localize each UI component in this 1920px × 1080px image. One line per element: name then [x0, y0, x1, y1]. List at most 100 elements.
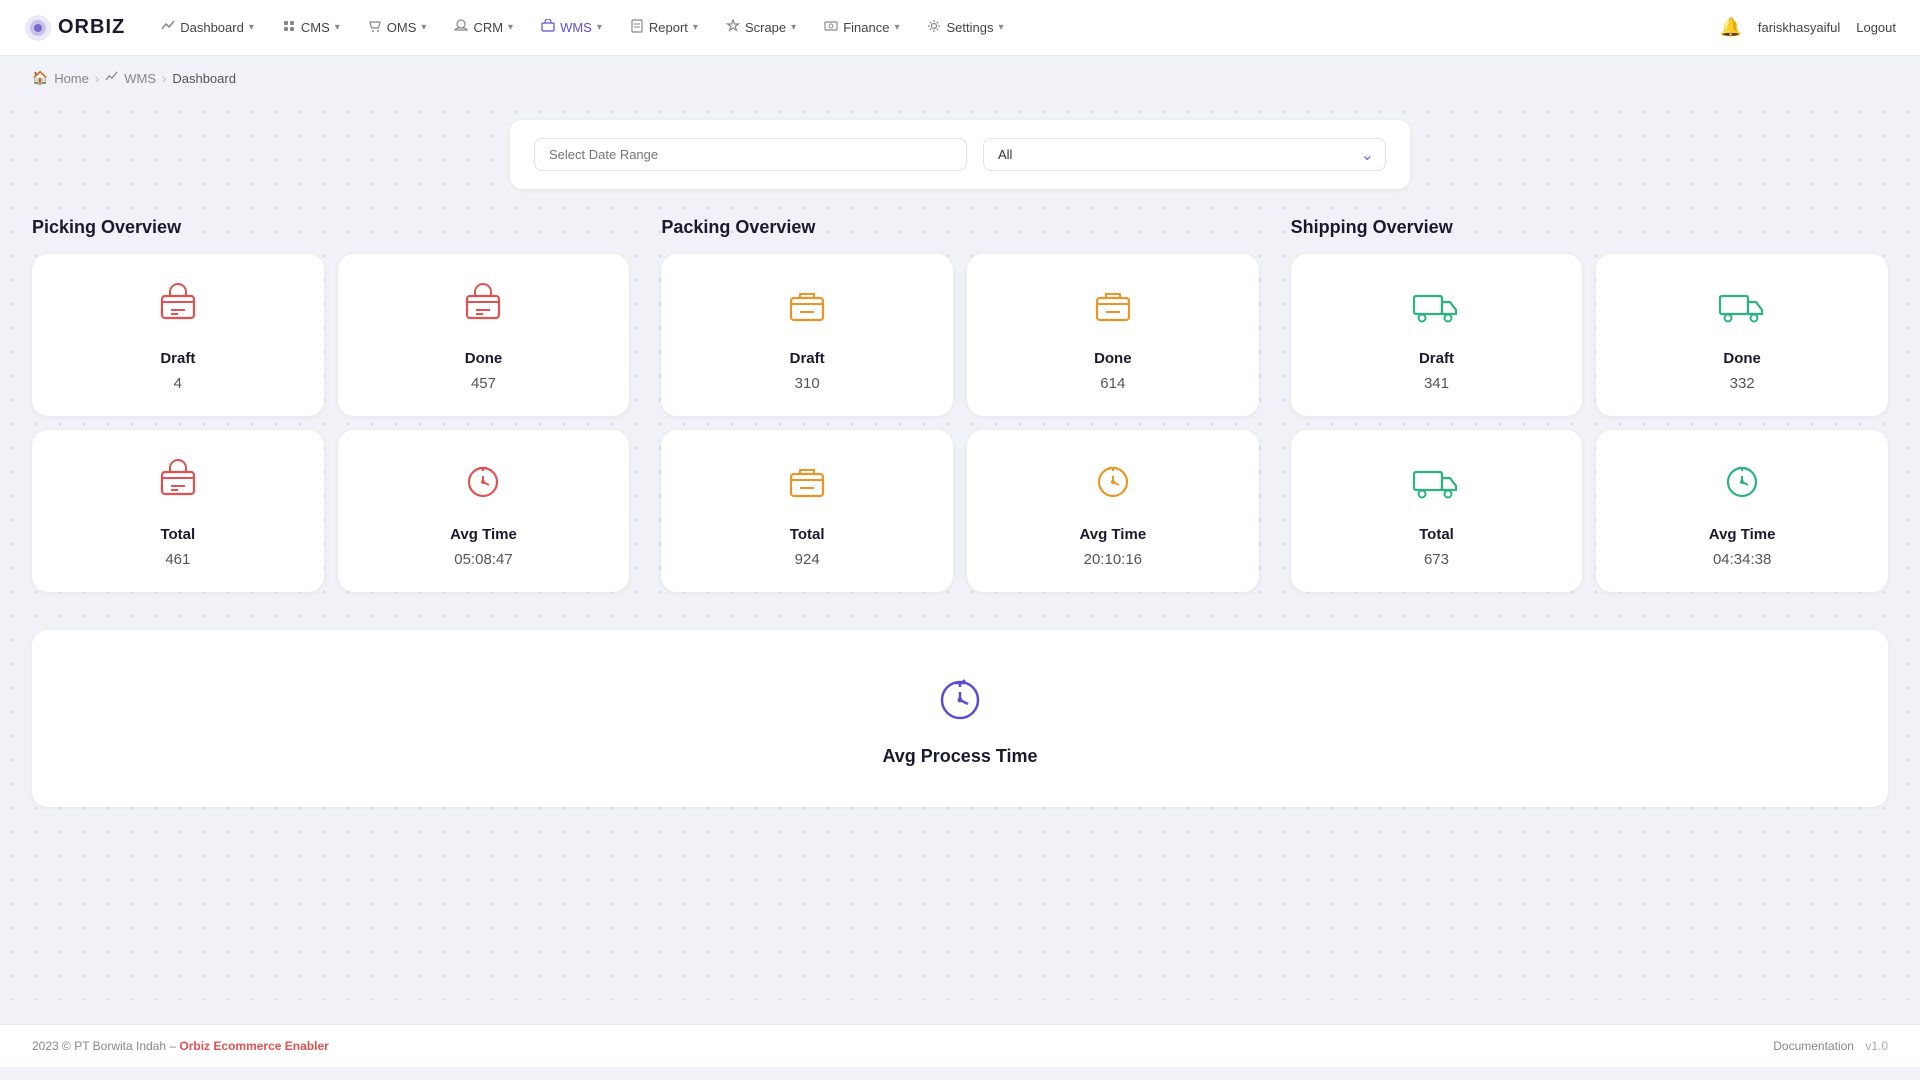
crm-icon — [454, 19, 468, 36]
logout-button[interactable]: Logout — [1856, 20, 1896, 35]
picking-total-value: 461 — [165, 551, 190, 568]
logo-icon — [24, 14, 52, 42]
nav-finance-label: Finance — [843, 20, 889, 35]
footer-copyright: 2023 © PT Borwita Indah – Orbiz Ecommerc… — [32, 1039, 329, 1053]
picking-draft-icon — [156, 282, 200, 336]
packing-avgtime-value: 20:10:16 — [1084, 551, 1142, 568]
picking-draft-card: Draft 4 — [32, 254, 324, 416]
report-icon — [630, 19, 644, 36]
nav-crm[interactable]: CRM ▾ — [442, 13, 525, 42]
shipping-title: Shipping Overview — [1291, 217, 1888, 238]
packing-done-label: Done — [1094, 350, 1132, 367]
picking-total-card: Total 461 — [32, 430, 324, 592]
footer-doc-label[interactable]: Documentation — [1773, 1039, 1854, 1053]
picking-done-value: 457 — [471, 375, 496, 392]
wms-arrow: ▾ — [597, 22, 602, 33]
shipping-done-icon — [1718, 282, 1766, 336]
packing-done-card: Done 614 — [967, 254, 1259, 416]
shipping-total-icon — [1412, 458, 1460, 512]
picking-done-card: Done 457 — [338, 254, 630, 416]
chart-icon — [105, 70, 118, 86]
shipping-avgtime-value: 04:34:38 — [1713, 551, 1771, 568]
shipping-overview: Shipping Overview Draft 341 — [1291, 217, 1888, 606]
filter-select-wrap: All Today This Week This Month ⌄ — [983, 138, 1386, 171]
picking-title: Picking Overview — [32, 217, 629, 238]
breadcrumb-wms[interactable]: WMS — [124, 71, 156, 86]
packing-draft-label: Draft — [790, 350, 825, 367]
shipping-total-card: Total 673 — [1291, 430, 1583, 592]
packing-done-value: 614 — [1100, 375, 1125, 392]
shipping-avgtime-card: Avg Time 04:34:38 — [1596, 430, 1888, 592]
settings-icon — [927, 19, 941, 36]
packing-draft-icon — [785, 282, 829, 336]
cms-arrow: ▾ — [335, 22, 340, 33]
shipping-avgtime-icon — [1720, 458, 1764, 512]
picking-avgtime-card: Avg Time 05:08:47 — [338, 430, 630, 592]
nav-wms[interactable]: WMS ▾ — [529, 13, 614, 42]
logo-text: ORBIZ — [58, 16, 125, 39]
shipping-draft-card: Draft 341 — [1291, 254, 1583, 416]
nav-finance[interactable]: Finance ▾ — [812, 13, 911, 42]
nav-user-area: 🔔 fariskhasyaiful Logout — [1719, 17, 1896, 38]
shipping-avgtime-label: Avg Time — [1709, 526, 1776, 543]
picking-total-label: Total — [160, 526, 195, 543]
home-icon: 🏠 — [32, 70, 48, 86]
nav-settings-label: Settings — [946, 20, 993, 35]
crm-arrow: ▾ — [508, 22, 513, 33]
breadcrumb-current: Dashboard — [172, 71, 236, 86]
packing-draft-card: Draft 310 — [661, 254, 953, 416]
breadcrumb-sep1: › — [95, 71, 99, 86]
nav-scrape[interactable]: Scrape ▾ — [714, 13, 808, 42]
footer-doc-area: Documentation v1.0 — [1773, 1039, 1888, 1053]
shipping-draft-icon — [1412, 282, 1460, 336]
packing-done-icon — [1091, 282, 1135, 336]
oms-icon — [368, 19, 382, 36]
date-range-input[interactable] — [534, 138, 967, 171]
packing-total-value: 924 — [795, 551, 820, 568]
scrape-icon — [726, 19, 740, 36]
overviews-container: Picking Overview Draft 4 — [32, 217, 1888, 606]
footer-copyright-text: 2023 © PT Borwita Indah – — [32, 1039, 176, 1053]
nav-cms-label: CMS — [301, 20, 330, 35]
avg-process-section: Avg Process Time — [32, 630, 1888, 807]
picking-avgtime-label: Avg Time — [450, 526, 517, 543]
breadcrumb-home[interactable]: Home — [54, 71, 89, 86]
picking-avgtime-value: 05:08:47 — [454, 551, 512, 568]
bell-icon[interactable]: 🔔 — [1719, 17, 1741, 38]
footer-brand[interactable]: Orbiz Ecommerce Enabler — [179, 1039, 328, 1053]
footer-version: v1.0 — [1865, 1039, 1888, 1053]
packing-overview: Packing Overview Draft 310 — [661, 217, 1258, 606]
dashboard-icon — [161, 19, 175, 36]
nav-settings[interactable]: Settings ▾ — [915, 13, 1015, 42]
filter-select[interactable]: All Today This Week This Month — [983, 138, 1386, 171]
scrape-arrow: ▾ — [791, 22, 796, 33]
nav-dashboard-label: Dashboard — [180, 20, 244, 35]
shipping-cards-row1: Draft 341 Done 332 — [1291, 254, 1888, 416]
shipping-total-label: Total — [1419, 526, 1454, 543]
finance-arrow: ▾ — [894, 22, 899, 33]
footer: 2023 © PT Borwita Indah – Orbiz Ecommerc… — [0, 1024, 1920, 1067]
shipping-done-card: Done 332 — [1596, 254, 1888, 416]
finance-icon — [824, 19, 838, 36]
breadcrumb-sep2: › — [162, 71, 166, 86]
shipping-cards-row2: Total 673 Avg Time — [1291, 430, 1888, 592]
picking-draft-value: 4 — [174, 375, 182, 392]
picking-cards-row2: Total 461 Avg T — [32, 430, 629, 592]
nav-report[interactable]: Report ▾ — [618, 13, 710, 42]
main-content: All Today This Week This Month ⌄ Picking… — [0, 100, 1920, 1000]
nav-cms[interactable]: CMS ▾ — [270, 13, 352, 42]
report-arrow: ▾ — [693, 22, 698, 33]
packing-cards-row1: Draft 310 Done 614 — [661, 254, 1258, 416]
nav-dashboard[interactable]: Dashboard ▾ — [149, 13, 266, 42]
shipping-draft-label: Draft — [1419, 350, 1454, 367]
packing-total-label: Total — [790, 526, 825, 543]
nav-oms[interactable]: OMS ▾ — [356, 13, 439, 42]
packing-avgtime-label: Avg Time — [1079, 526, 1146, 543]
nav-oms-label: OMS — [387, 20, 417, 35]
shipping-done-value: 332 — [1730, 375, 1755, 392]
picking-done-label: Done — [465, 350, 503, 367]
picking-total-icon — [156, 458, 200, 512]
packing-total-icon — [785, 458, 829, 512]
nav-crm-label: CRM — [473, 20, 503, 35]
logo: ORBIZ — [24, 14, 125, 42]
